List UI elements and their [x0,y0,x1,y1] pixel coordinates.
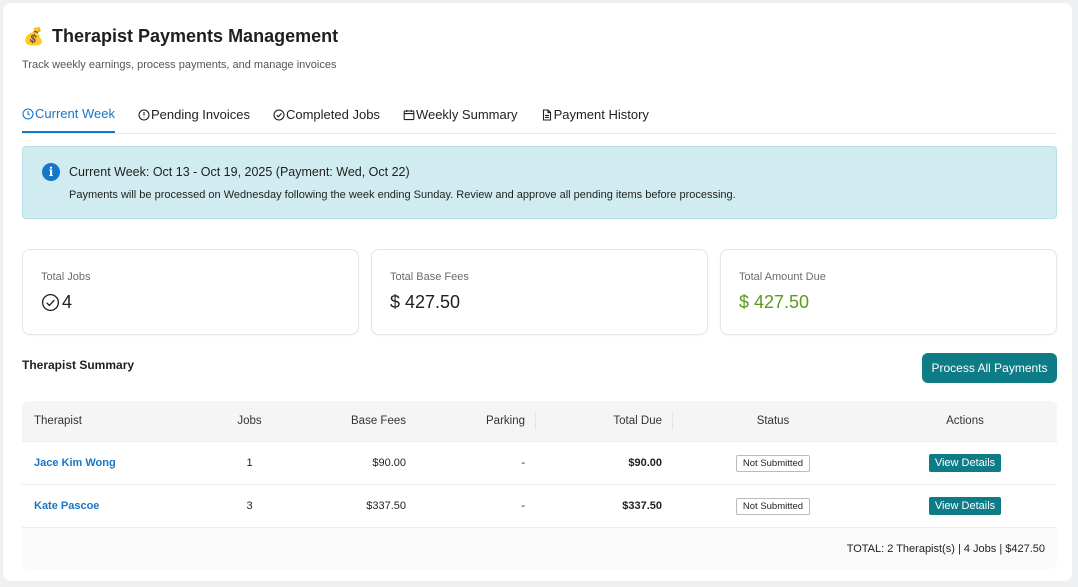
tab-label: Payment History [553,107,649,122]
column-header-therapist[interactable]: Therapist [34,401,82,441]
check-circle-icon [273,108,285,121]
tab-label: Completed Jobs [285,107,380,122]
column-header-base-fees[interactable]: Base Fees [312,401,406,441]
document-icon [542,108,551,121]
table-total-summary: TOTAL: 2 Therapist(s) | 4 Jobs | $427.50 [846,542,1045,555]
therapist-name-link[interactable]: Kate Pascoe [34,485,99,527]
page-subtitle: Track weekly earnings, process payments,… [22,59,337,71]
column-header-parking[interactable]: Parking [422,401,525,441]
column-header-actions: Actions [946,415,984,427]
tab-bar: Current Week Pending Invoices Completed … [22,96,1057,134]
stat-value: $ 427.50 [739,292,810,312]
column-header-total-due[interactable]: Total Due [542,401,662,441]
clock-icon [22,107,34,120]
page-header: 💰 Therapist Payments Management [23,26,338,47]
view-details-button[interactable]: View Details [928,454,1002,472]
table-row: Jace Kim Wong 1 $90.00 - $90.00 Not Subm… [22,442,1057,485]
status-cell: Not Submitted [722,485,824,527]
tab-completed-jobs[interactable]: Completed Jobs [273,96,380,133]
status-badge: Not Submitted [735,497,811,515]
column-header-jobs[interactable]: Jobs [222,401,277,441]
therapist-name-link[interactable]: Jace Kim Wong [34,442,116,484]
view-details-button[interactable]: View Details [928,497,1002,515]
tab-payment-history[interactable]: Payment History [541,96,649,133]
section-title: Therapist Summary [22,358,135,372]
actions-cell: View Details [902,442,1028,484]
process-all-payments-button[interactable]: Process All Payments [922,353,1057,383]
alert-body: Payments will be processed on Wednesday … [69,189,736,201]
therapist-name[interactable]: Kate Pascoe [34,500,99,512]
parking-cell: - [521,500,525,512]
money-bag-icon: 💰 [23,26,45,46]
info-icon: i [42,163,60,181]
column-divider [672,413,673,430]
total-due-cell: $90.00 [628,457,662,469]
stat-label: Total Amount Due [739,271,826,283]
stat-card-total-base-fees: Total Base Fees $ 427.50 [371,249,708,335]
status-cell: Not Submitted [722,442,824,484]
tab-label: Pending Invoices [150,107,250,122]
table-footer: TOTAL: 2 Therapist(s) | 4 Jobs | $427.50 [22,528,1057,569]
column-header-status[interactable]: Status [722,401,824,441]
actions-cell: View Details [902,485,1028,527]
stat-card-total-jobs: Total Jobs 4 [22,249,359,335]
alert-circle-icon [138,108,150,121]
jobs-cell: 1 [246,457,253,469]
tab-weekly-summary[interactable]: Weekly Summary [403,96,518,133]
info-alert: i Current Week: Oct 13 - Oct 19, 2025 (P… [22,146,1057,219]
parking-cell: - [521,457,525,469]
jobs-cell: 3 [246,500,253,512]
therapist-name[interactable]: Jace Kim Wong [34,457,116,469]
stat-label: Total Base Fees [390,271,469,283]
check-circle-icon [41,293,60,312]
table-row: Kate Pascoe 3 $337.50 - $337.50 Not Subm… [22,485,1057,528]
base-fees-cell: $337.50 [366,500,406,512]
stat-number: 4 [62,292,73,312]
stat-value: 4 [41,292,72,313]
column-divider [535,413,536,430]
calendar-icon [403,109,415,120]
tab-label: Current Week [35,106,115,121]
therapist-summary-table: Therapist Jobs Base Fees Parking Total D… [22,401,1057,569]
tab-label: Weekly Summary [415,107,518,122]
status-badge: Not Submitted [735,454,811,472]
stat-value: $ 427.50 [390,292,461,312]
total-due-cell: $337.50 [622,500,662,512]
page-title: Therapist Payments Management [52,26,339,46]
stat-card-total-amount-due: Total Amount Due $ 427.50 [720,249,1057,335]
alert-heading: Current Week: Oct 13 - Oct 19, 2025 (Pay… [69,165,410,179]
table-header: Therapist Jobs Base Fees Parking Total D… [22,401,1057,442]
tab-pending-invoices[interactable]: Pending Invoices [138,96,250,133]
stat-label: Total Jobs [41,271,91,283]
tab-current-week[interactable]: Current Week [22,96,115,133]
main-card: 💰 Therapist Payments Management Track we… [3,3,1072,581]
base-fees-cell: $90.00 [372,457,406,469]
